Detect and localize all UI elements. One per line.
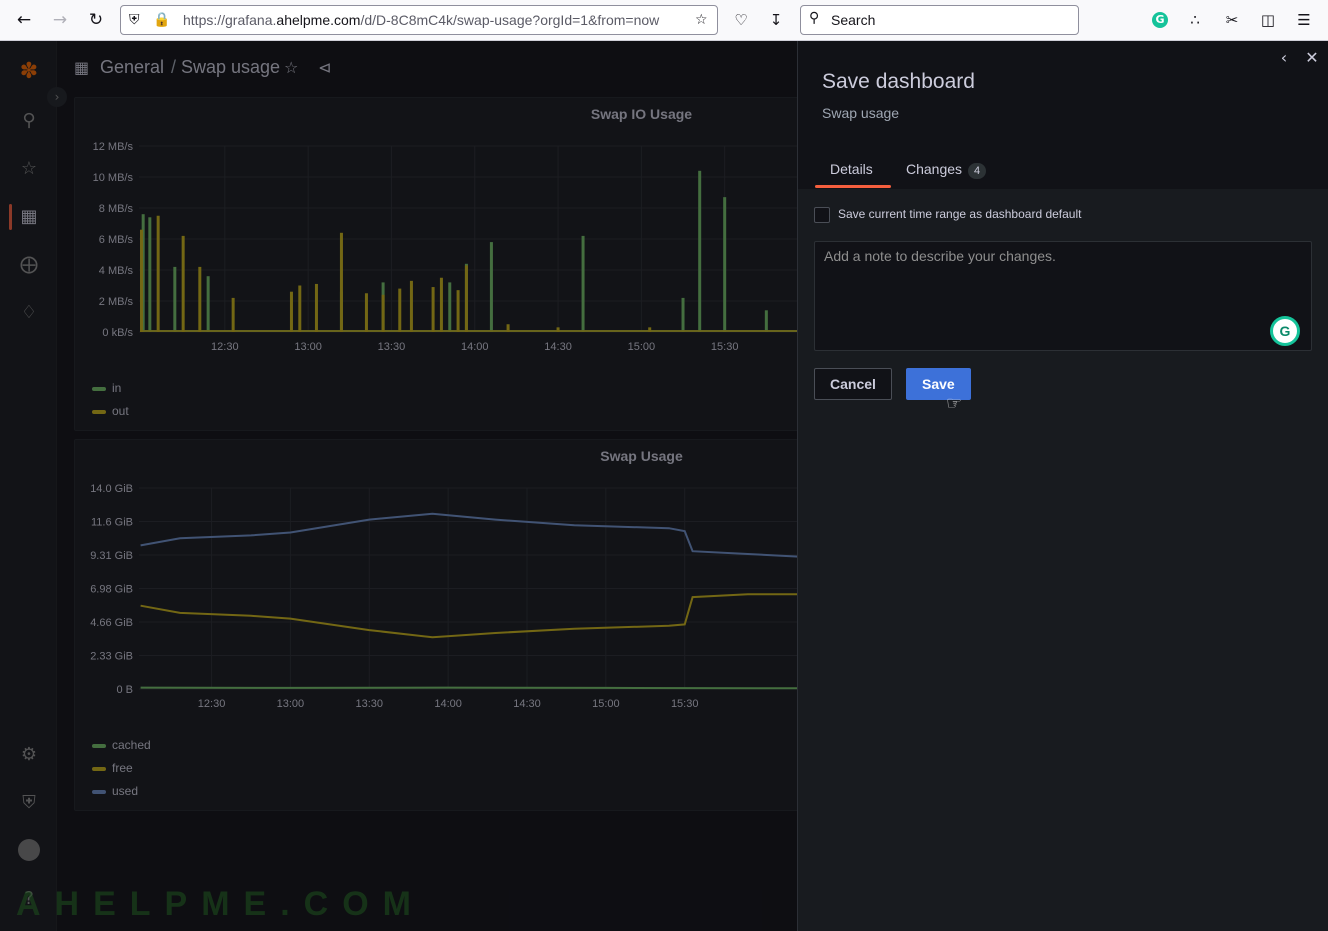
grammarly-extension-icon[interactable]: G — [1152, 12, 1168, 28]
tab-changes-label: Changes — [906, 161, 963, 177]
drawer-subtitle: Swap usage — [822, 105, 900, 121]
forward-arrow-icon[interactable]: → — [48, 8, 72, 32]
url-text[interactable]: https://grafana.ahelpme.com/d/D-8C8mC4k/… — [183, 12, 685, 28]
pocket-icon[interactable]: ♡ — [730, 9, 752, 31]
download-icon[interactable]: ↧ — [765, 9, 787, 31]
url-bar[interactable]: ⛨ 🔒 https://grafana.ahelpme.com/d/D-8C8m… — [120, 5, 718, 35]
search-icon: ⚲ — [809, 10, 820, 26]
hand-cursor-icon: ☞ — [946, 393, 963, 414]
grammarly-icon[interactable]: G — [1270, 316, 1300, 346]
save-time-range-checkbox[interactable] — [814, 207, 830, 223]
extensions-puzzle-icon[interactable]: ◫ — [1257, 9, 1279, 31]
extension-dots-icon[interactable]: ∴ — [1184, 9, 1206, 31]
active-tab-indicator — [815, 185, 891, 188]
grafana-app: ✽ ⚲ ☆ ▦ ⨁ ♢ ⚙ ⛨ ? › ▦ General / Swap usa… — [0, 41, 1328, 931]
drawer-header: ‹ ✕ Save dashboard Swap usage Details Ch… — [798, 41, 1328, 189]
collapse-chevron-left-icon[interactable]: ‹ — [1273, 47, 1295, 69]
tab-details[interactable]: Details — [830, 161, 873, 177]
cancel-button[interactable]: Cancel — [814, 368, 892, 400]
search-placeholder: Search — [831, 12, 876, 28]
browser-toolbar: ← → ↻ ⛨ 🔒 https://grafana.ahelpme.com/d/… — [0, 0, 1328, 41]
watermark: AHELPME.COM — [16, 885, 425, 923]
browser-search-box[interactable]: ⚲ Search — [800, 5, 1079, 35]
save-dashboard-drawer: ‹ ✕ Save dashboard Swap usage Details Ch… — [797, 41, 1328, 931]
save-time-range-label[interactable]: Save current time range as dashboard def… — [838, 207, 1081, 221]
shield-icon[interactable]: ⛨ — [129, 10, 140, 30]
bookmark-star-icon[interactable]: ☆ — [695, 10, 708, 30]
close-icon[interactable]: ✕ — [1301, 47, 1323, 69]
lock-icon[interactable]: 🔒 — [153, 10, 170, 30]
drawer-title: Save dashboard — [822, 70, 975, 93]
menu-hamburger-icon[interactable]: ☰ — [1293, 9, 1315, 31]
tab-changes[interactable]: Changes 4 — [906, 161, 987, 179]
back-arrow-icon[interactable]: ← — [12, 8, 36, 32]
reload-icon[interactable]: ↻ — [84, 8, 108, 32]
changes-count-badge: 4 — [968, 163, 987, 179]
modal-backdrop[interactable] — [0, 41, 797, 931]
change-note-textarea[interactable] — [814, 241, 1312, 351]
screenshot-icon[interactable]: ✂ — [1221, 9, 1243, 31]
